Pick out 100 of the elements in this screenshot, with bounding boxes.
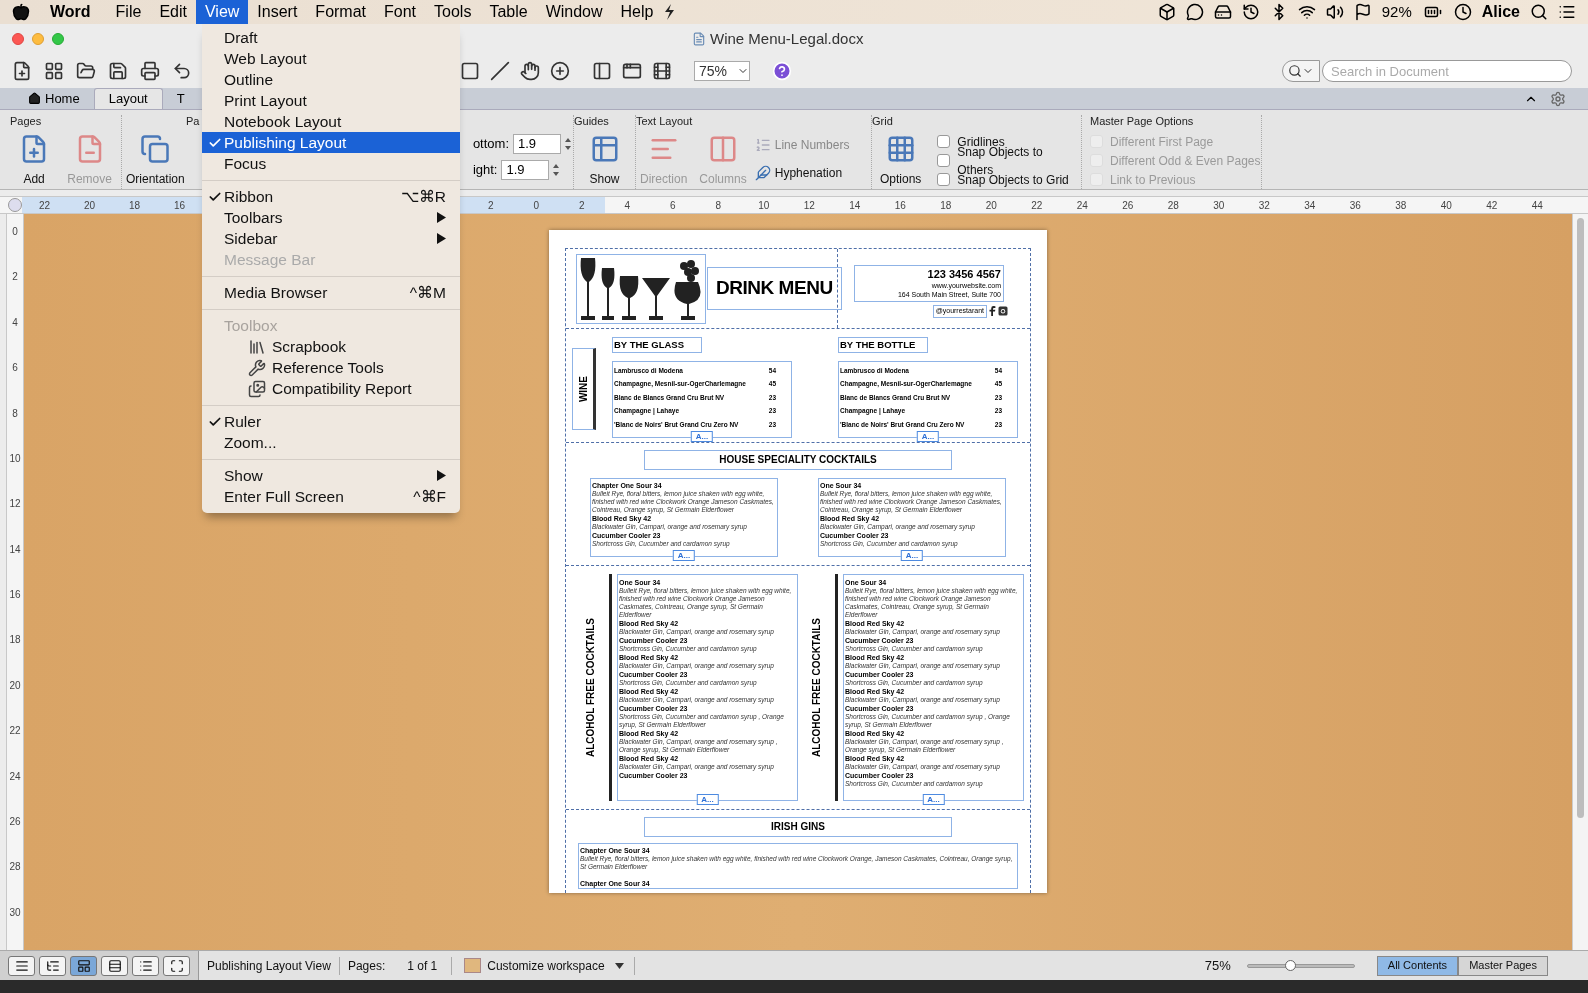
section-heading: IRISH GINS <box>644 817 952 837</box>
hand-icon[interactable] <box>520 61 540 81</box>
menu-item[interactable]: Notebook Layout <box>202 111 460 132</box>
menu-item[interactable]: View <box>195 0 249 24</box>
feather-icon <box>754 165 771 181</box>
window-icon[interactable] <box>622 61 642 81</box>
checkbox-label: Different First Page <box>1110 133 1214 151</box>
grid-options-button[interactable]: Options <box>880 170 922 188</box>
ruler-number: 18 <box>939 198 953 213</box>
new-file-icon[interactable] <box>12 61 32 81</box>
print-view-icon[interactable] <box>101 955 128 976</box>
text-overflow-marker[interactable]: A... <box>672 550 696 561</box>
checkbox[interactable] <box>937 173 951 186</box>
outline-view-icon[interactable] <box>39 955 66 976</box>
menu-item[interactable]: Help <box>611 0 663 24</box>
checkbox[interactable] <box>937 154 951 167</box>
ruler-number: 16 <box>173 198 186 213</box>
menu-item[interactable]: File <box>106 0 151 24</box>
list-icon[interactable] <box>1558 3 1576 21</box>
volume-icon[interactable] <box>1325 3 1344 21</box>
notebook-view-icon[interactable] <box>132 955 159 976</box>
workspace-button[interactable]: Customize workspace <box>454 956 635 975</box>
menu-item[interactable]: Format <box>306 0 376 24</box>
status-tab[interactable]: Master Pages <box>1458 955 1548 976</box>
clock-icon[interactable] <box>1453 3 1472 21</box>
close-button[interactable] <box>12 33 24 45</box>
checkbox[interactable] <box>937 135 951 148</box>
gallery-icon[interactable] <box>44 61 64 81</box>
dropdown-triangle-icon <box>614 962 624 969</box>
search-icon[interactable] <box>1530 3 1548 21</box>
zoom-select[interactable]: 75% <box>694 61 750 81</box>
flag-icon[interactable] <box>1353 3 1372 21</box>
menu-item[interactable]: Sidebar <box>202 228 460 249</box>
ribbon-tab[interactable]: Home <box>14 88 94 109</box>
scrollbar-thumb[interactable] <box>1577 218 1584 818</box>
wifi-icon[interactable] <box>1297 3 1316 21</box>
undo-icon[interactable] <box>172 61 192 81</box>
apple-icon[interactable] <box>12 3 30 21</box>
text-overflow-marker[interactable]: A... <box>922 794 945 805</box>
menu-item[interactable]: Insert <box>248 0 307 24</box>
text-overflow-marker[interactable]: A... <box>900 550 924 561</box>
menu-item[interactable]: Web Layout <box>202 48 460 69</box>
menu-item[interactable]: Publishing Layout <box>202 132 460 153</box>
menu-item[interactable]: Compatibility Report <box>202 378 460 399</box>
search-field[interactable]: Search in Document <box>1322 60 1572 82</box>
print-icon[interactable] <box>140 61 160 81</box>
focus-view-icon[interactable] <box>163 955 190 976</box>
zoom-slider[interactable] <box>1246 959 1355 972</box>
folder-icon[interactable] <box>76 61 96 81</box>
help-icon[interactable] <box>772 61 792 81</box>
number-field[interactable]: 1.9 <box>501 160 550 180</box>
menu-item[interactable]: Ruler <box>202 411 460 432</box>
settings-icon[interactable] <box>1550 90 1566 107</box>
box-icon[interactable] <box>1157 3 1176 21</box>
save-icon[interactable] <box>108 61 128 81</box>
menu-item[interactable]: Window <box>536 0 612 24</box>
text-overflow-marker[interactable]: A... <box>916 430 940 442</box>
chat-icon[interactable] <box>1185 3 1204 21</box>
menu-item[interactable]: Print Layout <box>202 90 460 111</box>
drive-icon[interactable] <box>1213 3 1232 21</box>
ribbon-tab[interactable]: Layout <box>93 88 163 109</box>
menu-item[interactable]: Outline <box>202 69 460 90</box>
line-icon[interactable] <box>490 61 510 81</box>
publishing-view-icon[interactable] <box>70 955 97 976</box>
history-icon[interactable] <box>1241 3 1260 21</box>
menu-item[interactable]: Show <box>202 465 460 486</box>
ruler-number: 26 <box>1121 198 1135 213</box>
menu-item[interactable]: Focus <box>202 153 460 174</box>
ribbon-tab[interactable]: T <box>162 88 199 109</box>
sidebar-icon[interactable] <box>592 61 612 81</box>
guides-show-button[interactable]: Show <box>589 170 620 188</box>
menu-item[interactable]: Edit <box>150 0 196 24</box>
script-icon[interactable] <box>662 3 677 21</box>
status-tab[interactable]: All Contents <box>1376 955 1459 976</box>
menu-item[interactable]: Enter Full Screen ^⌘F <box>202 486 460 507</box>
app-menu[interactable]: Word <box>50 0 91 24</box>
circle-plus-icon[interactable] <box>550 61 570 81</box>
menu-item[interactable]: Font <box>375 0 426 24</box>
menu-item[interactable]: Ribbon ⌥⌘R <box>202 186 460 207</box>
text-overflow-marker[interactable]: A... <box>690 430 714 442</box>
menu-item[interactable]: Table <box>480 0 537 24</box>
menu-item[interactable]: Reference Tools <box>202 357 460 378</box>
media-icon[interactable] <box>652 61 672 81</box>
menu-item[interactable]: Scrapbook <box>202 336 460 357</box>
orientation-button-icon[interactable] <box>140 134 171 164</box>
draft-view-icon[interactable] <box>8 955 35 976</box>
menu-item[interactable]: Toolbars <box>202 207 460 228</box>
text-layout-option[interactable]: Hyphenation <box>754 164 850 182</box>
menu-item[interactable]: Zoom... <box>202 432 460 453</box>
add-page-button[interactable]: Add <box>23 170 45 188</box>
menu-item[interactable]: Media Browser ^⌘M <box>202 282 460 303</box>
section-label: ALCOHOL FREE COCKTAILS <box>810 617 823 758</box>
text-overflow-marker[interactable]: A... <box>696 794 719 805</box>
square-icon[interactable] <box>460 61 480 81</box>
user-name[interactable]: Alice <box>1481 0 1520 24</box>
orientation-button[interactable]: Orientation <box>126 170 185 188</box>
menu-item[interactable]: Draft <box>202 27 460 48</box>
search-options-button[interactable] <box>1282 60 1320 82</box>
menu-item[interactable]: Tools <box>425 0 481 24</box>
number-field[interactable]: 1.9 <box>513 134 561 154</box>
